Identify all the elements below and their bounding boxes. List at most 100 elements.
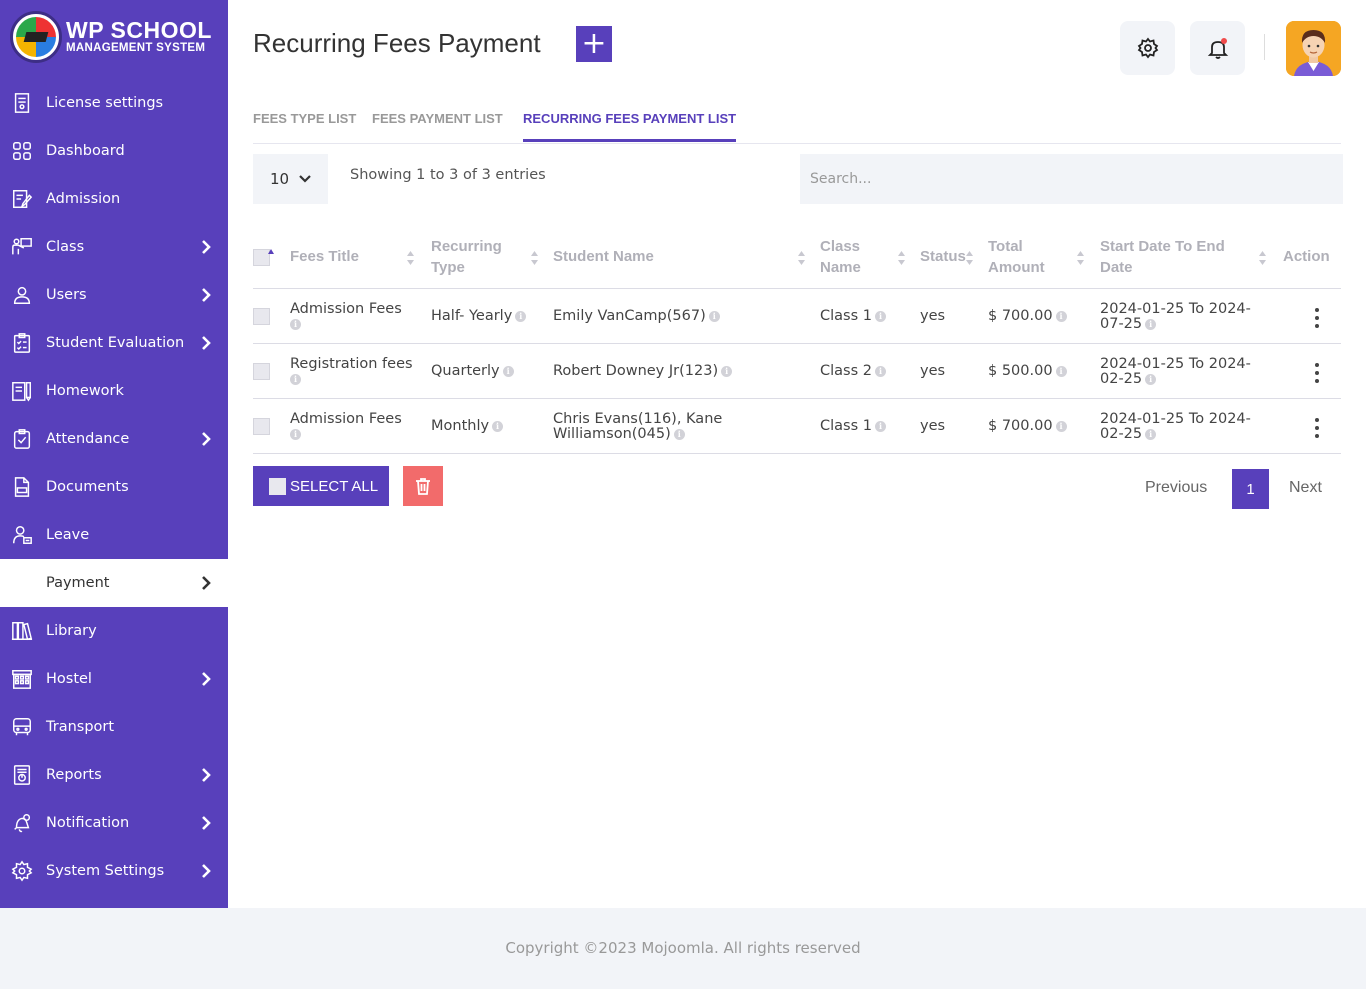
sidebar-item-hostel[interactable]: Hostel: [0, 655, 228, 703]
info-icon[interactable]: i: [708, 310, 720, 322]
row-actions-menu-icon[interactable]: [1314, 418, 1320, 438]
sidebar-item-documents[interactable]: Documents: [0, 463, 228, 511]
status-value: yes: [920, 418, 946, 434]
info-icon[interactable]: i: [290, 373, 301, 385]
sort-icon: [966, 250, 973, 265]
sidebar-item-class[interactable]: Class: [0, 223, 228, 271]
gear-icon: [1137, 37, 1158, 59]
chevron-right-icon: [201, 576, 211, 590]
fees-title: Admission Fees: [290, 301, 402, 317]
sidebar-item-label: Homework: [46, 383, 124, 399]
chevron-right-icon: [201, 672, 211, 686]
info-icon[interactable]: i: [290, 428, 301, 440]
info-icon[interactable]: i: [1145, 373, 1157, 385]
row-actions-menu-icon[interactable]: [1314, 363, 1320, 383]
pagination-previous[interactable]: Previous: [1145, 479, 1207, 497]
info-icon[interactable]: i: [502, 365, 514, 377]
column-header-class-name[interactable]: Class Name: [820, 236, 880, 278]
sidebar-item-admission[interactable]: Admission: [0, 175, 228, 223]
sidebar-item-student-evaluation[interactable]: Student Evaluation: [0, 319, 228, 367]
sidebar-item-license-settings[interactable]: License settings: [0, 79, 228, 127]
sidebar-item-payment[interactable]: Payment: [0, 559, 228, 607]
tab-bar: FEES TYPE LIST FEES PAYMENT LIST RECURRI…: [253, 100, 1341, 144]
info-icon[interactable]: i: [290, 318, 301, 330]
info-icon[interactable]: i: [1145, 428, 1157, 440]
search-input[interactable]: [800, 154, 1343, 204]
sidebar-item-transport[interactable]: Transport: [0, 703, 228, 751]
recurring-type: Monthly: [431, 418, 490, 434]
tab-fees-type-list[interactable]: FEES TYPE LIST: [253, 111, 356, 139]
pagination-next[interactable]: Next: [1289, 479, 1322, 497]
chevron-right-icon: [201, 864, 211, 878]
add-recurring-payment-button[interactable]: +: [576, 26, 612, 62]
sidebar-item-reports[interactable]: Reports: [0, 751, 228, 799]
settings-button[interactable]: [1120, 21, 1175, 75]
select-all-button[interactable]: SELECT ALL: [253, 466, 389, 506]
sidebar-item-attendance[interactable]: Attendance: [0, 415, 228, 463]
sidebar-item-library[interactable]: Library: [0, 607, 228, 655]
info-icon[interactable]: i: [721, 365, 733, 377]
select-all-checkbox[interactable]: [269, 477, 286, 495]
avatar[interactable]: [1286, 21, 1341, 76]
info-icon[interactable]: i: [1145, 318, 1157, 330]
row-checkbox[interactable]: [253, 363, 270, 380]
tab-recurring-fees-payment-list[interactable]: RECURRING FEES PAYMENT LIST: [523, 111, 737, 142]
sidebar-nav: License settings Dashboard Admission Cla…: [0, 79, 228, 895]
info-icon[interactable]: i: [1055, 420, 1067, 432]
tab-fees-payment-list[interactable]: FEES PAYMENT LIST: [372, 111, 503, 139]
class-name: Class 1: [820, 418, 872, 434]
info-icon[interactable]: i: [874, 310, 886, 322]
row-checkbox[interactable]: [253, 418, 270, 435]
column-header-date-range[interactable]: Start Date To End Date: [1100, 236, 1250, 278]
sidebar-item-label: Attendance: [46, 431, 130, 447]
transport-icon: [11, 716, 33, 738]
sidebar-item-label: Leave: [46, 527, 90, 543]
table-header: Fees Title Recurring Type Student Name C…: [253, 226, 1341, 289]
column-header-student-name[interactable]: Student Name: [553, 246, 654, 267]
column-header-fees-title[interactable]: Fees Title: [290, 246, 359, 267]
chevron-right-icon: [201, 288, 211, 302]
leave-icon: [11, 524, 33, 546]
sidebar-item-system-settings[interactable]: System Settings: [0, 847, 228, 895]
student-name: Emily VanCamp(567): [553, 308, 706, 324]
date-range: 2024-01-25 To 2024-07-25: [1100, 301, 1251, 332]
sidebar-item-label: Admission: [46, 191, 121, 207]
notifications-button[interactable]: [1190, 21, 1245, 75]
sidebar-item-notification[interactable]: Notification: [0, 799, 228, 847]
user-avatar-icon: [1286, 21, 1341, 76]
sidebar-item-users[interactable]: Users: [0, 271, 228, 319]
sidebar-item-label: Reports: [46, 767, 102, 783]
class-icon: [11, 236, 33, 258]
documents-icon: [11, 476, 33, 498]
chevron-right-icon: [201, 816, 211, 830]
recurring-fees-table: Fees Title Recurring Type Student Name C…: [253, 226, 1341, 454]
table-row: Registration fees i Quarterly i Robert Dow…: [253, 344, 1341, 399]
brand-logo[interactable]: WP SCHOOL MANAGEMENT SYSTEM: [10, 11, 220, 63]
trash-icon: [416, 478, 430, 495]
info-icon[interactable]: i: [492, 420, 504, 432]
sidebar-item-homework[interactable]: Homework: [0, 367, 228, 415]
sidebar-item-dashboard[interactable]: Dashboard: [0, 127, 228, 175]
sidebar-item-label: Hostel: [46, 671, 92, 687]
row-checkbox[interactable]: [253, 308, 270, 325]
table-row: Admission Fees i Monthly i Chris Evans(116…: [253, 399, 1341, 454]
info-icon[interactable]: i: [1055, 365, 1067, 377]
page-length-select[interactable]: 10: [253, 154, 328, 204]
column-header-status[interactable]: Status: [920, 246, 966, 267]
column-header-total-amount[interactable]: Total Amount: [988, 236, 1063, 278]
info-icon[interactable]: i: [874, 365, 886, 377]
info-icon[interactable]: i: [515, 310, 527, 322]
delete-selected-button[interactable]: [403, 466, 443, 506]
info-icon[interactable]: i: [874, 420, 886, 432]
info-icon[interactable]: i: [1055, 310, 1067, 322]
pagination-page-current[interactable]: 1: [1232, 469, 1269, 509]
sidebar-item-leave[interactable]: Leave: [0, 511, 228, 559]
row-actions-menu-icon[interactable]: [1314, 308, 1320, 328]
logo-emblem-icon: [10, 11, 62, 63]
sidebar-item-label: Library: [46, 623, 97, 639]
sort-icon: [1259, 250, 1266, 265]
column-header-recurring-type[interactable]: Recurring Type: [431, 236, 521, 278]
info-icon[interactable]: i: [673, 428, 685, 440]
entries-info: Showing 1 to 3 of 3 entries: [350, 167, 546, 183]
sort-icon: [407, 250, 414, 265]
